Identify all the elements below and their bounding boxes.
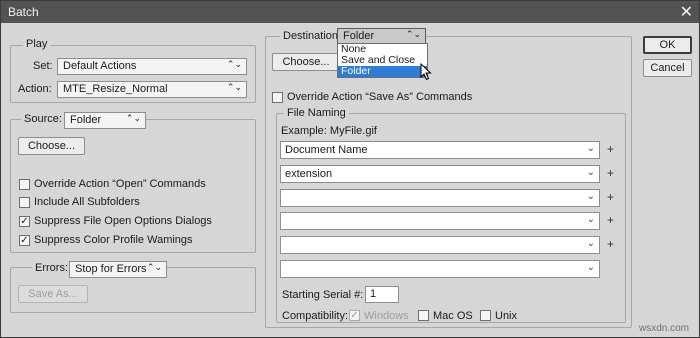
- chevron-down-icon: ⌃⌄: [405, 29, 421, 39]
- add-field-button-4[interactable]: +: [607, 213, 614, 227]
- mac-os-label: Mac OS: [433, 310, 473, 322]
- errors-select[interactable]: Stop for Errors ⌃⌄: [69, 261, 167, 278]
- destination-choose-button[interactable]: Choose...: [272, 53, 340, 71]
- naming-example: Example: MyFile.gif: [281, 125, 377, 137]
- naming-field-2-value: extension: [285, 168, 333, 180]
- action-label: Action:: [18, 83, 52, 95]
- naming-field-2[interactable]: extension ⌄: [280, 165, 600, 183]
- naming-field-3[interactable]: ⌄: [280, 189, 600, 207]
- source-group: Source: Folder ⌃⌄ Choose... Override Act…: [10, 112, 256, 253]
- play-legend: Play: [23, 38, 51, 50]
- errors-label: Errors:: [32, 262, 71, 274]
- compatibility-label: Compatibility:: [282, 310, 349, 322]
- serial-input[interactable]: 1: [365, 286, 399, 303]
- set-select[interactable]: Default Actions ⌃⌄: [57, 58, 247, 75]
- suppress-open-options-checkbox[interactable]: ✓: [19, 216, 30, 227]
- destination-dropdown: None Save and Close Folder: [337, 43, 428, 78]
- errors-group: Errors: Stop for Errors ⌃⌄ Save As...: [10, 261, 256, 313]
- file-naming-legend: File Naming: [284, 107, 349, 119]
- override-open-label: Override Action “Open” Commands: [34, 178, 206, 190]
- naming-field-4[interactable]: ⌄: [280, 212, 600, 230]
- chevron-down-icon: ⌄: [586, 167, 595, 178]
- chevron-down-icon: ⌃⌄: [146, 262, 162, 272]
- check-icon: ✓: [350, 310, 359, 321]
- windows-checkbox[interactable]: ✓: [349, 310, 360, 321]
- add-field-button-3[interactable]: +: [607, 190, 614, 204]
- close-icon[interactable]: ✕: [680, 2, 693, 22]
- action-value: MTE_Resize_Normal: [63, 83, 168, 95]
- unix-checkbox[interactable]: [480, 310, 491, 321]
- naming-field-1[interactable]: Document Name ⌄: [280, 141, 600, 159]
- set-value: Default Actions: [63, 60, 137, 72]
- mouse-pointer-icon: [420, 63, 432, 81]
- chevron-down-icon: ⌃⌄: [125, 113, 141, 123]
- chevron-down-icon: ⌄: [586, 238, 595, 249]
- source-value: Folder: [70, 114, 102, 126]
- batch-dialog: Batch ✕ Play Set: Default Actions ⌃⌄ Act…: [0, 0, 700, 338]
- add-field-button-1[interactable]: +: [607, 142, 614, 156]
- title-bar: Batch ✕: [1, 1, 699, 23]
- errors-value: Stop for Errors: [75, 263, 147, 275]
- watermark: wsxdn.com: [639, 323, 690, 334]
- play-group: Play Set: Default Actions ⌃⌄ Action: MTE…: [10, 38, 256, 103]
- serial-value: 1: [370, 288, 377, 300]
- file-naming-group: File Naming Example: MyFile.gif Document…: [276, 107, 626, 323]
- naming-field-5[interactable]: ⌄: [280, 236, 600, 254]
- override-save-as-label: Override Action “Save As” Commands: [287, 91, 473, 103]
- override-open-checkbox[interactable]: [19, 179, 30, 190]
- windows-label: Windows: [364, 310, 409, 322]
- check-icon: ✓: [20, 216, 29, 227]
- chevron-down-icon: ⌄: [586, 214, 595, 225]
- source-choose-button[interactable]: Choose...: [18, 137, 85, 155]
- source-label: Source:: [21, 113, 65, 125]
- naming-field-6[interactable]: ⌄: [280, 260, 600, 278]
- destination-group: Destination: Choose... Override Action “…: [265, 30, 632, 328]
- destination-option-folder[interactable]: Folder: [338, 66, 427, 77]
- action-select[interactable]: MTE_Resize_Normal ⌃⌄: [57, 81, 247, 98]
- check-icon: ✓: [20, 235, 29, 246]
- chevron-down-icon: ⌃⌄: [226, 82, 242, 92]
- destination-value: Folder: [343, 30, 375, 42]
- suppress-color-warnings-label: Suppress Color Profile Wamings: [34, 234, 193, 246]
- chevron-down-icon: ⌄: [586, 262, 595, 273]
- include-subfolders-label: Include All Subfolders: [34, 196, 140, 208]
- add-field-button-5[interactable]: +: [607, 237, 614, 251]
- suppress-open-options-label: Suppress File Open Options Dialogs: [34, 215, 212, 227]
- save-as-button[interactable]: Save As...: [18, 285, 88, 303]
- source-select[interactable]: Folder ⌃⌄: [64, 112, 146, 129]
- destination-label: Destination:: [280, 30, 345, 42]
- serial-label: Starting Serial #:: [282, 289, 364, 301]
- window-title: Batch: [8, 5, 39, 19]
- ok-button[interactable]: OK: [643, 36, 692, 54]
- chevron-down-icon: ⌃⌄: [226, 59, 242, 69]
- chevron-down-icon: ⌄: [586, 143, 595, 154]
- add-field-button-2[interactable]: +: [607, 166, 614, 180]
- suppress-color-warnings-checkbox[interactable]: ✓: [19, 235, 30, 246]
- mac-os-checkbox[interactable]: [418, 310, 429, 321]
- naming-field-1-value: Document Name: [285, 144, 368, 156]
- cancel-button[interactable]: Cancel: [643, 59, 692, 77]
- set-label: Set:: [33, 60, 53, 72]
- chevron-down-icon: ⌄: [586, 191, 595, 202]
- override-save-as-checkbox[interactable]: [272, 92, 283, 103]
- include-subfolders-checkbox[interactable]: [19, 197, 30, 208]
- unix-label: Unix: [495, 310, 518, 322]
